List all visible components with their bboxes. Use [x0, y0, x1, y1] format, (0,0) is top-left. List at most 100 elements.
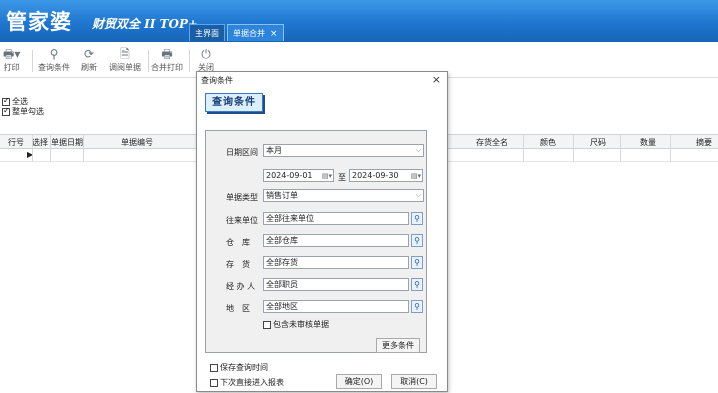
- handler-label: 经 办 人: [226, 282, 256, 291]
- query-conditions-label: 查询条件: [38, 63, 70, 72]
- warehouse-field[interactable]: 全部仓库: [263, 234, 409, 247]
- document-icon: 🗎: [120, 47, 130, 61]
- search-icon: ⚲: [49, 47, 59, 61]
- doc-type-label: 单据类型: [226, 193, 258, 202]
- view-document-label: 调阅单据: [109, 63, 141, 72]
- calendar-icon: ▤▾: [321, 172, 332, 180]
- grid-divider: [523, 134, 524, 162]
- date-from-field[interactable]: 2024-09-01 ▤▾: [263, 169, 334, 182]
- tab-home[interactable]: 主界面: [189, 24, 225, 41]
- checkbox-icon: [210, 363, 218, 372]
- tab-document-merge[interactable]: 单据合并 ×: [227, 24, 284, 41]
- dialog-close-icon[interactable]: ×: [432, 73, 441, 86]
- toolbar-divider: [148, 50, 149, 72]
- merge-print-label: 合并打印: [151, 63, 183, 72]
- toolbar-divider: [189, 50, 190, 72]
- date-range-value: 本月: [266, 146, 282, 155]
- grid-divider: [620, 134, 621, 162]
- column-doc-number[interactable]: 单据编号: [121, 137, 153, 148]
- checkbox-checked-icon: [2, 106, 10, 116]
- tab-close-icon[interactable]: ×: [270, 29, 278, 39]
- region-label: 地 区: [226, 304, 250, 313]
- merge-print-button[interactable]: 🖶 合并打印: [151, 47, 183, 73]
- single-check-label: 整单勾选: [12, 107, 44, 116]
- refresh-button[interactable]: ⟳ 刷新: [81, 47, 97, 73]
- save-query-time-checkbox[interactable]: 保存查询时间: [210, 362, 268, 373]
- include-unaudited-checkbox[interactable]: 包含未审核单据: [263, 319, 329, 330]
- stock-value: 全部存货: [266, 258, 298, 267]
- tab-home-label: 主界面: [195, 29, 219, 38]
- grid-divider: [573, 134, 574, 162]
- printer-icon: 🖶: [161, 47, 173, 61]
- partner-label: 往来单位: [226, 216, 258, 225]
- stock-lookup-icon[interactable]: ⚲: [411, 256, 423, 269]
- single-check-checkbox[interactable]: 整单勾选: [2, 106, 44, 117]
- column-summary[interactable]: 摘要: [696, 137, 712, 148]
- toolbar-divider: [32, 50, 33, 72]
- conditions-panel: 日期区间 本月 ⌵ 2024-09-01 ▤▾ 至 2024-09-30 ▤▾ …: [205, 130, 427, 353]
- checkbox-checked-icon: [2, 96, 10, 106]
- region-value: 全部地区: [266, 302, 298, 311]
- column-select[interactable]: 选择: [32, 137, 48, 148]
- direct-report-checkbox[interactable]: 下次直接进入报表: [210, 377, 284, 388]
- app-logo-subtitle: 财贸双全 II TOP+: [92, 17, 199, 31]
- calendar-icon: ▤▾: [410, 172, 421, 180]
- partner-lookup-icon[interactable]: ⚲: [411, 212, 423, 225]
- refresh-icon: ⟳: [83, 47, 95, 61]
- doc-type-select[interactable]: 销售订单 ⌵: [263, 189, 424, 202]
- stock-label: 存 货: [226, 260, 250, 269]
- handler-value: 全部职员: [266, 280, 298, 289]
- more-conditions-button[interactable]: 更多条件: [376, 338, 420, 353]
- warehouse-lookup-icon[interactable]: ⚲: [411, 234, 423, 247]
- query-conditions-button[interactable]: ⚲ 查询条件: [38, 47, 70, 73]
- tab-bar: 主界面 单据合并 ×: [189, 24, 284, 41]
- column-quantity[interactable]: 数量: [640, 137, 656, 148]
- print-label: 打印: [3, 63, 20, 72]
- handler-field[interactable]: 全部职员: [263, 278, 409, 291]
- partner-field[interactable]: 全部往来单位: [263, 212, 409, 225]
- view-document-button[interactable]: 🗎 调阅单据: [109, 47, 141, 73]
- date-from-value: 2024-09-01: [266, 171, 313, 180]
- region-field[interactable]: 全部地区: [263, 300, 409, 313]
- power-icon: ⏻: [201, 47, 211, 61]
- chevron-down-icon: ⌵: [415, 146, 421, 154]
- refresh-label: 刷新: [81, 63, 97, 72]
- cancel-button[interactable]: 取消(C): [391, 374, 437, 389]
- date-to-field[interactable]: 2024-09-30 ▤▾: [349, 169, 423, 182]
- column-row-number[interactable]: 行号: [8, 137, 24, 148]
- checkbox-icon: [210, 378, 218, 387]
- app-logo: 管家婆: [6, 9, 72, 34]
- date-range-select[interactable]: 本月 ⌵: [263, 144, 424, 157]
- stock-field[interactable]: 全部存货: [263, 256, 409, 269]
- save-query-time-label: 保存查询时间: [220, 363, 268, 372]
- warehouse-value: 全部仓库: [266, 236, 298, 245]
- partner-value: 全部往来单位: [266, 214, 314, 223]
- query-conditions-dialog: 查询条件 × 查询条件 日期区间 本月 ⌵ 2024-09-01 ▤▾ 至 20…: [196, 71, 448, 392]
- print-button[interactable]: 🖶▾ 打印: [3, 47, 20, 73]
- warehouse-label: 仓 库: [226, 238, 250, 247]
- include-unaudited-label: 包含未审核单据: [273, 320, 329, 329]
- region-lookup-icon[interactable]: ⚲: [411, 300, 423, 313]
- handler-lookup-icon[interactable]: ⚲: [411, 278, 423, 291]
- grid-divider: [670, 134, 671, 162]
- grid-divider: [32, 134, 33, 162]
- date-to-label: 至: [338, 173, 346, 182]
- column-doc-date[interactable]: 单据日期: [51, 137, 83, 148]
- tab-document-merge-label: 单据合并: [233, 29, 265, 38]
- column-stock-name[interactable]: 存货全名: [476, 137, 508, 148]
- date-range-label: 日期区间: [226, 148, 258, 157]
- grid-divider: [83, 134, 84, 162]
- date-to-value: 2024-09-30: [352, 171, 399, 180]
- dialog-header-badge: 查询条件: [205, 93, 263, 112]
- close-button[interactable]: ⏻ 关闭: [198, 47, 214, 73]
- checkbox-icon: [263, 320, 271, 329]
- ok-button[interactable]: 确定(O): [336, 374, 382, 389]
- doc-type-value: 销售订单: [266, 191, 298, 200]
- column-color[interactable]: 颜色: [540, 137, 556, 148]
- chevron-down-icon: ⌵: [415, 191, 421, 199]
- direct-report-label: 下次直接进入报表: [220, 378, 284, 387]
- grid-divider: [50, 134, 51, 162]
- app-banner: 管家婆 财贸双全 II TOP+ 主界面 单据合并 ×: [0, 0, 718, 42]
- printer-icon: 🖶▾: [3, 47, 21, 61]
- column-size[interactable]: 尺码: [590, 137, 606, 148]
